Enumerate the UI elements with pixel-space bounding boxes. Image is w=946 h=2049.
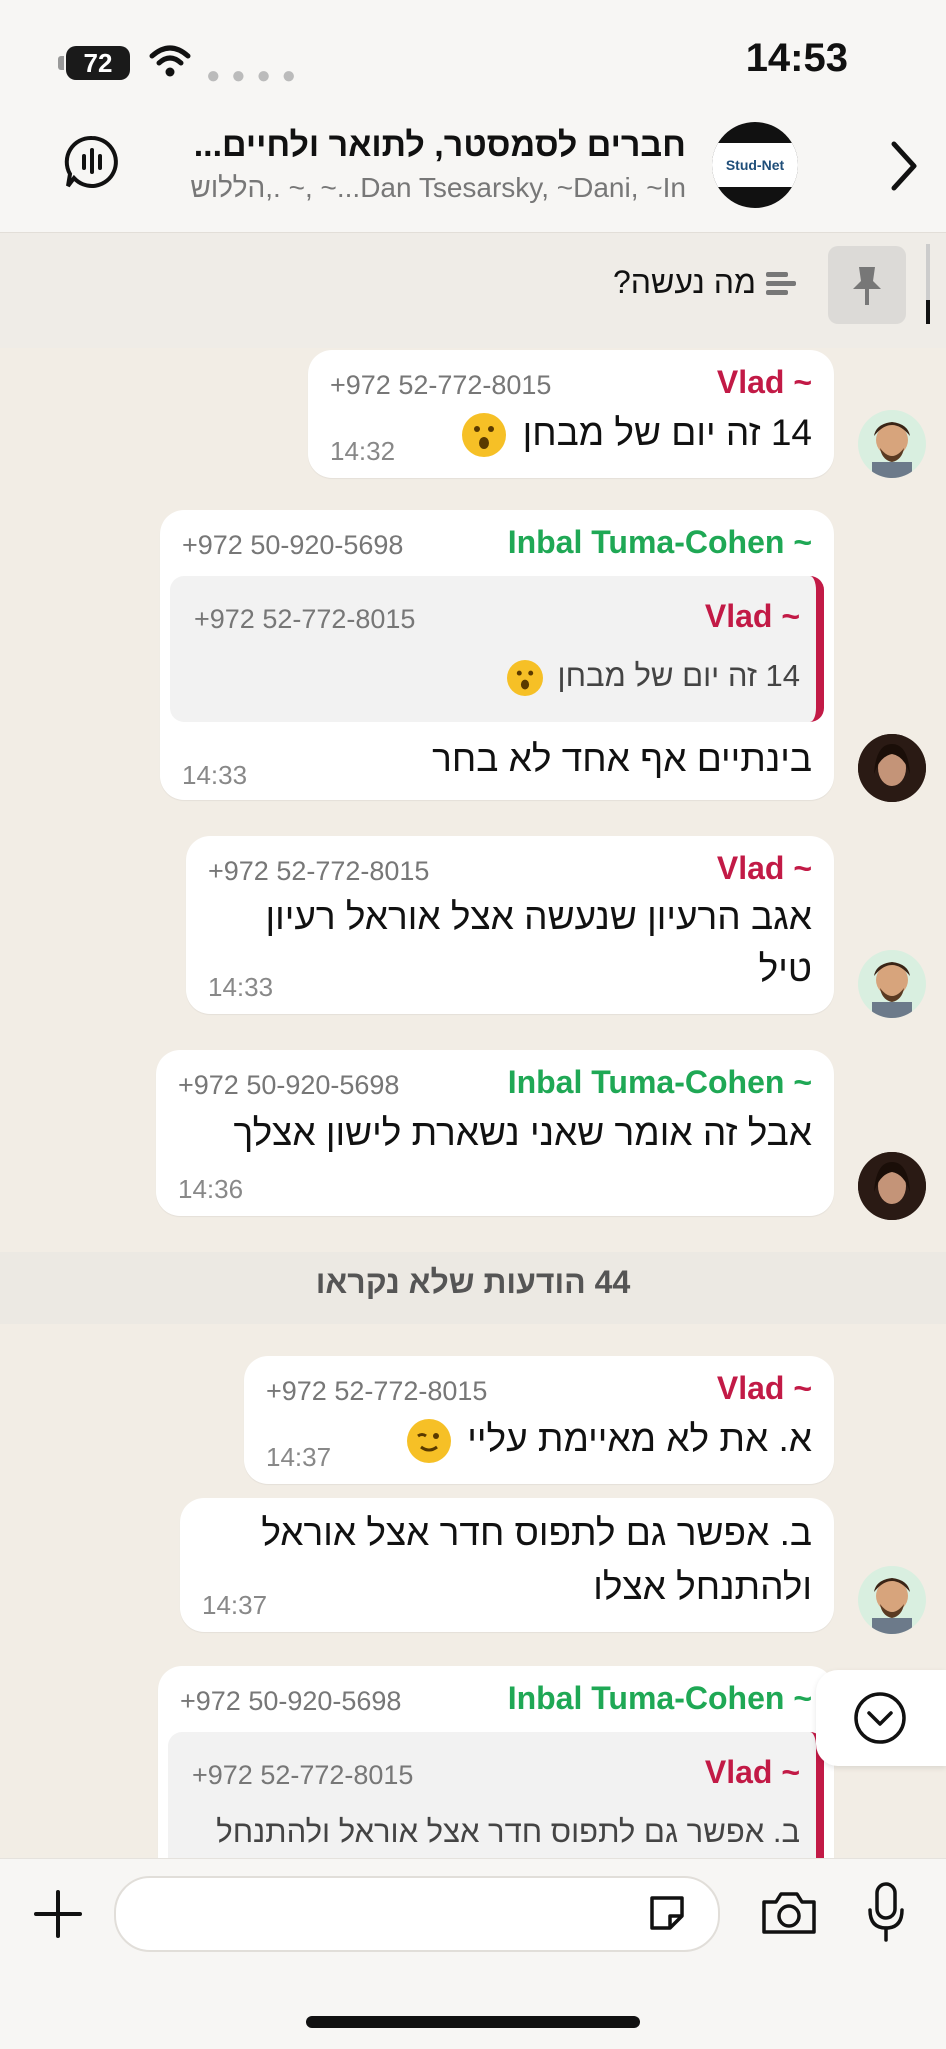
scroll-down-icon	[854, 1692, 906, 1744]
home-indicator[interactable]	[306, 2016, 640, 2028]
quoted-text-content: 14 זה יום של מבחן	[557, 658, 800, 693]
message-phone: +972 52-772-8015	[330, 370, 552, 400]
quoted-message[interactable]: ~ Vlad +972 52-772-8015 14 זה יום של מבח…	[170, 576, 824, 722]
battery-icon: 72	[58, 46, 130, 80]
message-text-content: 14 זה יום של מבחן	[522, 412, 812, 453]
message-time: 14:36	[178, 1174, 244, 1204]
quoted-phone: +972 52-772-8015	[192, 1760, 414, 1790]
message-sender[interactable]: ~ Inbal Tuma-Cohen	[508, 1064, 812, 1101]
plus-icon[interactable]	[32, 1888, 84, 1940]
message-bubble[interactable]: ~ Vlad +972 52-772-8015 א. את לא מאיימת …	[244, 1356, 834, 1484]
avatar[interactable]	[858, 950, 926, 1018]
pin-icon	[853, 267, 881, 305]
message-phone: +972 50-920-5698	[178, 1070, 400, 1100]
quoted-phone: +972 52-772-8015	[194, 604, 416, 634]
winking-emoji	[406, 1419, 451, 1464]
chat-title[interactable]: חברים לסמסטר, לתואר ולחיים...	[194, 126, 686, 165]
group-audio-icon[interactable]	[64, 134, 120, 190]
message-phone: +972 52-772-8015	[208, 856, 430, 886]
message-text-line: אגב הרעיון שנעשה אצל אוראל רעיון	[265, 896, 813, 937]
chevron-right-icon[interactable]	[884, 138, 924, 194]
pinned-list-icon	[766, 272, 796, 295]
message-time: 14:37	[266, 1442, 332, 1472]
group-avatar[interactable]: Stud-Net	[712, 122, 798, 208]
quoted-text: ב. אפשר גם לתפוס חדר אצל אוראל ולהתנחל	[216, 1814, 800, 1849]
chat-participants[interactable]: Dan Tsesarsky, ~Dani, ~In...~ ,~ .,הללוש	[190, 172, 686, 204]
message-bubble[interactable]: ~ Vlad +972 52-772-8015 אגב הרעיון שנעשה…	[186, 836, 834, 1014]
battery-level: 72	[83, 47, 113, 78]
sticker-icon[interactable]	[646, 1892, 688, 1934]
message-text-line: ולהתנחל אצלו	[593, 1566, 812, 1607]
message-time: 14:37	[202, 1590, 268, 1620]
group-logo: Stud-Net	[712, 143, 798, 187]
pinned-text[interactable]: מה נעשה?	[613, 264, 756, 301]
signal-dots: ● ● ● ●	[206, 62, 298, 89]
message-phone: +972 50-920-5698	[180, 1686, 402, 1716]
message-phone: +972 50-920-5698	[182, 530, 404, 560]
message-sender[interactable]: ~ Vlad	[717, 364, 812, 401]
avatar[interactable]	[858, 1566, 926, 1634]
message-bubble[interactable]: ~ Vlad +972 52-772-8015 14 זה יום של מבח…	[308, 350, 834, 478]
message-time: 14:33	[182, 760, 248, 790]
message-bubble[interactable]: ב. אפשר גם לתפוס חדר אצל אוראל ולהתנחל א…	[180, 1498, 834, 1632]
message-time: 14:32	[330, 436, 396, 466]
message-sender[interactable]: ~ Inbal Tuma-Cohen	[508, 1680, 812, 1717]
camera-icon[interactable]	[760, 1888, 818, 1936]
message-phone: +972 52-772-8015	[266, 1376, 488, 1406]
astonished-emoji	[462, 413, 507, 458]
message-time: 14:33	[208, 972, 274, 1002]
status-time: 14:53	[745, 36, 848, 80]
pinned-bar[interactable]	[0, 232, 946, 349]
quoted-sender: ~ Vlad	[704, 598, 800, 634]
message-text: א. את לא מאיימת עליי	[401, 1418, 812, 1464]
avatar[interactable]	[858, 410, 926, 478]
microphone-icon[interactable]	[866, 1882, 906, 1942]
message-sender[interactable]: ~ Vlad	[717, 1370, 812, 1407]
pinned-scroll-thumb	[926, 300, 930, 324]
quoted-sender: ~ Vlad	[704, 1754, 800, 1790]
avatar[interactable]	[858, 1152, 926, 1220]
astonished-emoji	[506, 659, 543, 696]
avatar[interactable]	[858, 734, 926, 802]
pin-button[interactable]	[828, 246, 906, 324]
quoted-text: 14 זה יום של מבחן	[501, 658, 800, 696]
message-text: אבל זה אומר שאני נשארת לישון אצלך	[233, 1112, 812, 1153]
message-bubble[interactable]: ~ Inbal Tuma-Cohen +972 50-920-5698 אבל …	[156, 1050, 834, 1216]
message-text-line: טיל	[758, 948, 812, 989]
message-input[interactable]	[114, 1876, 720, 1952]
unread-divider-text: 44 הודעות שלא נקראו	[315, 1264, 631, 1300]
message-text-content: א. את לא מאיימת עליי	[467, 1418, 812, 1459]
message-sender[interactable]: ~ Inbal Tuma-Cohen	[508, 524, 812, 561]
message-text-line: ב. אפשר גם לתפוס חדר אצל אוראל	[261, 1512, 812, 1553]
message-text: בינתיים אף אחד לא בחר	[432, 738, 812, 779]
wifi-icon	[149, 45, 191, 77]
message-text: 14 זה יום של מבחן	[456, 412, 812, 458]
scroll-down-button[interactable]	[816, 1670, 946, 1766]
message-bubble[interactable]: ~ Inbal Tuma-Cohen +972 50-920-5698 ~ Vl…	[160, 510, 834, 800]
message-sender[interactable]: ~ Vlad	[717, 850, 812, 887]
